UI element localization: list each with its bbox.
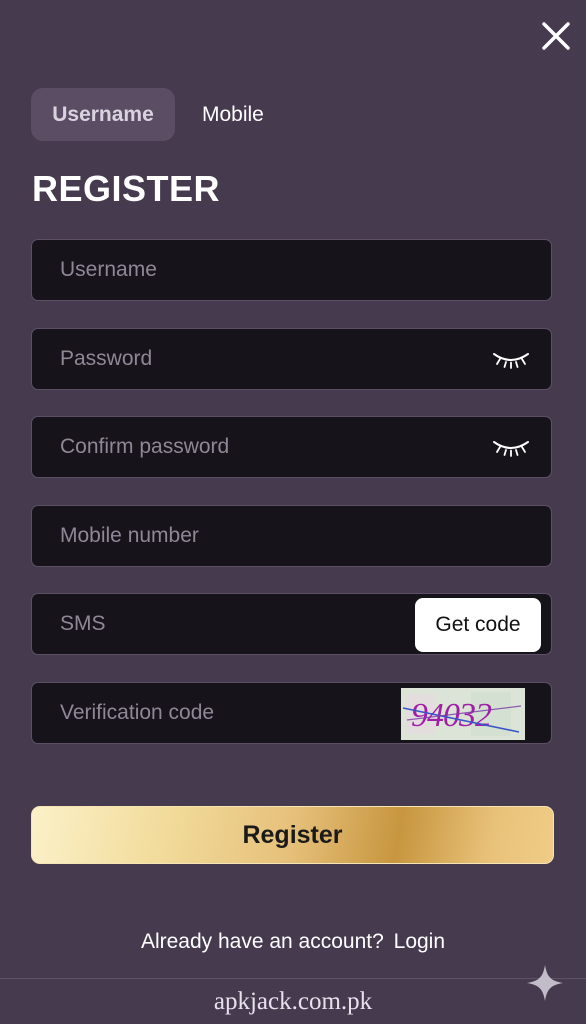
login-link[interactable]: Login xyxy=(394,930,445,953)
verification-code-field: 94032 xyxy=(31,682,552,744)
register-button[interactable]: Register xyxy=(31,806,554,864)
mobile-number-field xyxy=(31,505,552,567)
login-prompt: Already have an account? Login xyxy=(0,930,586,954)
password-input[interactable] xyxy=(60,329,420,389)
page-title: REGISTER xyxy=(32,168,221,209)
eye-closed-icon[interactable] xyxy=(491,437,531,459)
verification-code-input[interactable] xyxy=(60,683,360,743)
tab-username[interactable]: Username xyxy=(31,88,175,141)
register-method-tabs: Username Mobile xyxy=(31,88,282,141)
confirm-password-input[interactable] xyxy=(60,417,420,477)
close-icon xyxy=(542,22,570,50)
get-code-button[interactable]: Get code xyxy=(415,598,541,652)
sms-field: Get code xyxy=(31,593,552,655)
password-field xyxy=(31,328,552,390)
close-button[interactable] xyxy=(536,16,576,56)
captcha-text: 94032 xyxy=(411,697,492,734)
eye-closed-icon[interactable] xyxy=(491,349,531,371)
sparkle-icon xyxy=(527,965,563,1001)
tab-mobile[interactable]: Mobile xyxy=(184,88,282,141)
divider xyxy=(0,978,586,979)
watermark-text: apkjack.com.pk xyxy=(213,988,373,1015)
login-prompt-text: Already have an account? xyxy=(140,930,384,953)
mobile-number-input[interactable] xyxy=(60,506,420,566)
username-input[interactable] xyxy=(60,240,420,300)
confirm-password-field xyxy=(31,416,552,478)
username-field xyxy=(31,239,552,301)
sms-code-input[interactable] xyxy=(60,594,360,654)
captcha-image[interactable]: 94032 xyxy=(401,688,525,740)
